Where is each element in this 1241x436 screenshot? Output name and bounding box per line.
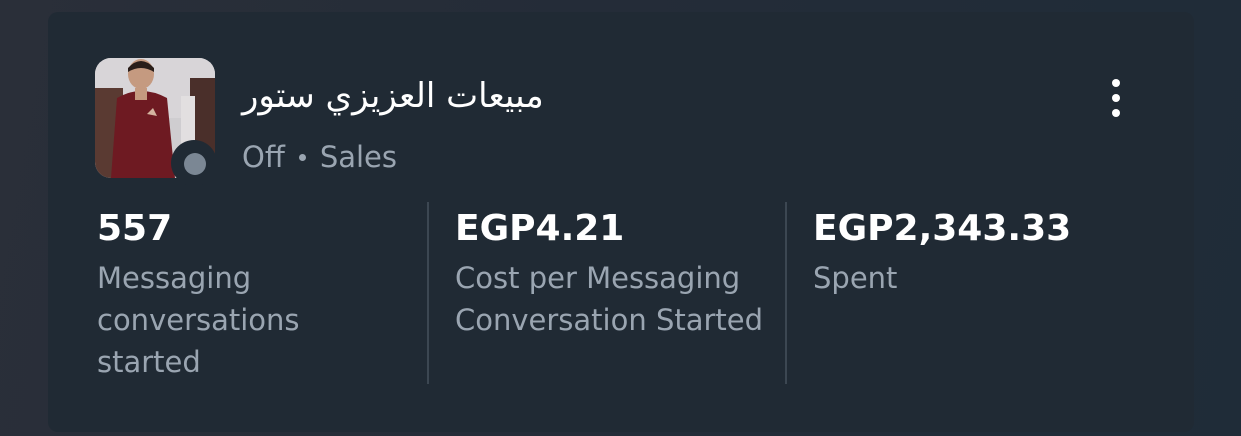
metric-cost-per-conversation: EGP4.21 Cost per Messaging Conversation … xyxy=(455,207,775,341)
account-subtitle: Off Sales xyxy=(242,139,397,175)
divider xyxy=(427,202,429,384)
metric-value: EGP4.21 xyxy=(455,208,625,249)
metric-label: Spent xyxy=(813,261,898,295)
more-options-button[interactable] xyxy=(1098,76,1134,120)
metric-spent: EGP2,343.33 Spent xyxy=(813,207,1143,299)
metric-value: 557 xyxy=(97,208,173,249)
metric-value: EGP2,343.33 xyxy=(813,208,1072,249)
category-text: Sales xyxy=(319,140,397,174)
separator-dot-icon xyxy=(298,153,306,161)
account-name[interactable]: مبيعات العزيزي ستور xyxy=(242,74,544,118)
status-off-icon xyxy=(184,153,206,175)
metric-label: Cost per Messaging Conversation Started xyxy=(455,261,764,337)
metric-conversations: 557 Messaging conversations started xyxy=(97,207,397,383)
campaign-card[interactable]: مبيعات العزيزي ستور Off Sales 557 Messagi… xyxy=(48,12,1194,432)
status-text: Off xyxy=(242,140,285,174)
more-vertical-icon xyxy=(1112,79,1120,87)
profile-avatar-container[interactable] xyxy=(95,58,217,186)
divider xyxy=(785,202,787,384)
status-indicator xyxy=(171,140,217,186)
metric-label: Messaging conversations started xyxy=(97,261,300,379)
